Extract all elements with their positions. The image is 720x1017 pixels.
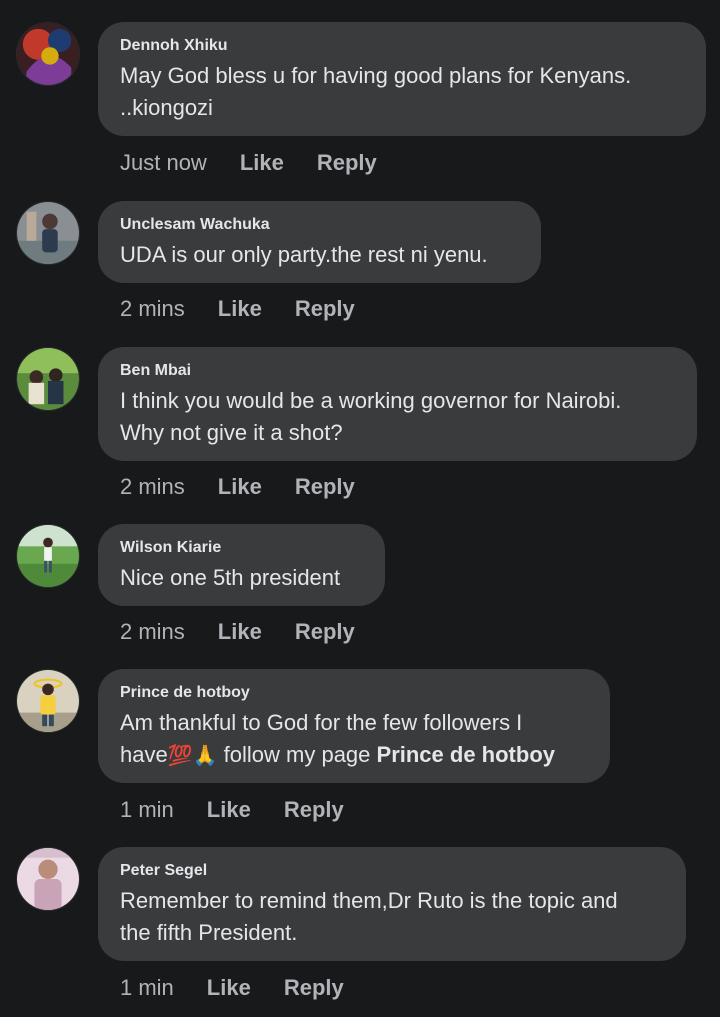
comment-author[interactable]: Prince de hotboy	[120, 683, 588, 703]
comment-time[interactable]: Just now	[120, 149, 207, 177]
comment-text: UDA is our only party.the rest ni yenu.	[120, 239, 519, 271]
comments-feed: Dennoh Xhiku May God bless u for having …	[0, 0, 720, 1017]
like-button[interactable]: Like	[218, 473, 262, 501]
comment-actions: Just now Like Reply	[120, 149, 377, 177]
folded-hands-icon: 🙏	[192, 745, 218, 767]
reply-button[interactable]: Reply	[295, 295, 355, 323]
comment-text-line: Am thankful to God for the few followers…	[120, 710, 523, 735]
comment-text: Remember to remind them,Dr Ruto is the t…	[120, 885, 664, 949]
hundred-points-icon: 💯	[167, 745, 193, 767]
comment-time[interactable]: 2 mins	[120, 295, 185, 323]
comment-text: May God bless u for having good plans fo…	[120, 60, 684, 124]
avatar[interactable]	[16, 201, 80, 265]
like-button[interactable]: Like	[240, 149, 284, 177]
profile-photo-icon	[17, 202, 79, 264]
reply-button[interactable]: Reply	[317, 149, 377, 177]
comment-actions: 2 mins Like Reply	[120, 618, 355, 646]
like-button[interactable]: Like	[218, 295, 262, 323]
comment-actions: 2 mins Like Reply	[120, 473, 355, 501]
comment-author[interactable]: Peter Segel	[120, 861, 664, 881]
comment-text: Nice one 5th president	[120, 562, 363, 594]
comment-time[interactable]: 1 min	[120, 796, 174, 824]
profile-photo-icon	[17, 23, 79, 85]
avatar[interactable]	[16, 669, 80, 733]
like-button[interactable]: Like	[218, 618, 262, 646]
comment-author[interactable]: Dennoh Xhiku	[120, 36, 684, 56]
profile-photo-icon	[17, 848, 79, 910]
comment-text-line: the fifth President.	[120, 920, 298, 945]
comment-bubble: Wilson Kiarie Nice one 5th president	[98, 524, 385, 606]
profile-photo-icon	[17, 670, 79, 732]
comment-author[interactable]: Unclesam Wachuka	[120, 215, 519, 235]
reply-button[interactable]: Reply	[295, 473, 355, 501]
like-button[interactable]: Like	[207, 974, 251, 1002]
comment-time[interactable]: 1 min	[120, 974, 174, 1002]
comment-bubble: Unclesam Wachuka UDA is our only party.t…	[98, 201, 541, 283]
comment-author[interactable]: Ben Mbai	[120, 361, 675, 381]
comment-actions: 2 mins Like Reply	[120, 295, 355, 323]
comment-text-line: Why not give it a shot?	[120, 420, 343, 445]
comment-text-line: have	[120, 742, 168, 767]
comment-bubble: Dennoh Xhiku May God bless u for having …	[98, 22, 706, 136]
like-button[interactable]: Like	[207, 796, 251, 824]
reply-button[interactable]: Reply	[284, 796, 344, 824]
reply-button[interactable]: Reply	[284, 974, 344, 1002]
comment-actions: 1 min Like Reply	[120, 796, 344, 824]
comment-text-line: follow my page	[223, 742, 377, 767]
comment-text-line: ..kiongozi	[120, 95, 213, 120]
comment-bubble: Ben Mbai I think you would be a working …	[98, 347, 697, 461]
comment-text-line: May God bless u for having good plans fo…	[120, 63, 632, 88]
profile-photo-icon	[17, 525, 79, 587]
reply-button[interactable]: Reply	[295, 618, 355, 646]
avatar[interactable]	[16, 524, 80, 588]
profile-photo-icon	[17, 348, 79, 410]
mentioned-page-link[interactable]: Prince de hotboy	[377, 742, 555, 767]
comment-time[interactable]: 2 mins	[120, 618, 185, 646]
avatar[interactable]	[16, 847, 80, 911]
comment-bubble: Peter Segel Remember to remind them,Dr R…	[98, 847, 686, 961]
avatar[interactable]	[16, 22, 80, 86]
comment-author[interactable]: Wilson Kiarie	[120, 538, 363, 558]
comment-text-line: Remember to remind them,Dr Ruto is the t…	[120, 888, 618, 913]
comment-text: I think you would be a working governor …	[120, 385, 675, 449]
comment-actions: 1 min Like Reply	[120, 974, 344, 1002]
comment-text-line: UDA is our only party.the rest ni yenu.	[120, 242, 488, 267]
comment-text: Am thankful to God for the few followers…	[120, 707, 588, 772]
comment-text-line: I think you would be a working governor …	[120, 388, 622, 413]
comment-time[interactable]: 2 mins	[120, 473, 185, 501]
avatar[interactable]	[16, 347, 80, 411]
comment-bubble: Prince de hotboy Am thankful to God for …	[98, 669, 610, 783]
comment-text-line: Nice one 5th president	[120, 565, 341, 590]
